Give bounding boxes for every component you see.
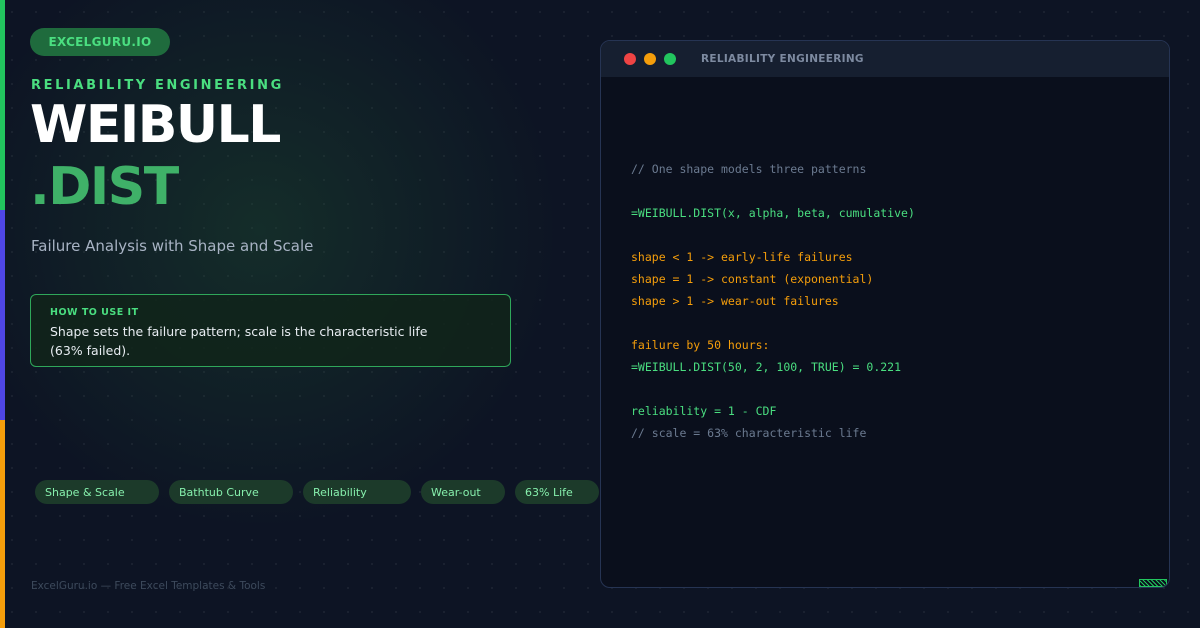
how-to-label: HOW TO USE IT xyxy=(50,307,139,318)
brand-badge[interactable]: EXCELGURU.IO xyxy=(30,28,170,56)
tag-wear-out[interactable]: Wear-out xyxy=(421,480,505,504)
code-line-shape-eq1: shape = 1 -> constant (exponential) xyxy=(631,272,874,286)
close-dot-icon xyxy=(624,53,636,65)
corner-mark-icon xyxy=(1139,579,1167,587)
page-title-accent: .DIST xyxy=(30,157,179,217)
code-line-syntax: =WEIBULL.DIST(x, alpha, beta, cumulative… xyxy=(631,206,915,220)
window-title: RELIABILITY ENGINEERING xyxy=(701,53,864,65)
code-line-shape-lt1: shape < 1 -> early-life failures xyxy=(631,250,853,264)
accent-bar-blue xyxy=(0,210,5,420)
window-titlebar: RELIABILITY ENGINEERING xyxy=(601,41,1169,77)
page-subtitle: Failure Analysis with Shape and Scale xyxy=(31,237,314,255)
maximize-dot-icon xyxy=(664,53,676,65)
tag-63-life[interactable]: 63% Life xyxy=(515,480,599,504)
code-line-example-label: failure by 50 hours: xyxy=(631,338,770,352)
code-line-example-formula: =WEIBULL.DIST(50, 2, 100, TRUE) = 0.221 xyxy=(631,360,902,374)
eyebrow-label: RELIABILITY ENGINEERING xyxy=(31,78,284,93)
code-line-scale-comment: // scale = 63% characteristic life xyxy=(631,426,867,440)
tag-shape-scale[interactable]: Shape & Scale xyxy=(35,480,159,504)
page-title: WEIBULL xyxy=(30,95,281,155)
accent-bar-orange xyxy=(0,420,5,628)
code-line-reliability: reliability = 1 - CDF xyxy=(631,404,777,418)
tag-reliability[interactable]: Reliability xyxy=(303,480,411,504)
accent-bar-green xyxy=(0,0,5,210)
footer-credit: ExcelGuru.io — Free Excel Templates & To… xyxy=(31,580,266,592)
minimize-dot-icon xyxy=(644,53,656,65)
code-window: RELIABILITY ENGINEERING // One shape mod… xyxy=(600,40,1170,588)
how-to-callout: HOW TO USE IT Shape sets the failure pat… xyxy=(30,294,511,367)
code-line-comment: // One shape models three patterns xyxy=(631,162,867,176)
tag-bathtub-curve[interactable]: Bathtub Curve xyxy=(169,480,293,504)
code-line-shape-gt1: shape > 1 -> wear-out failures xyxy=(631,294,839,308)
how-to-text: Shape sets the failure pattern; scale is… xyxy=(50,324,428,358)
